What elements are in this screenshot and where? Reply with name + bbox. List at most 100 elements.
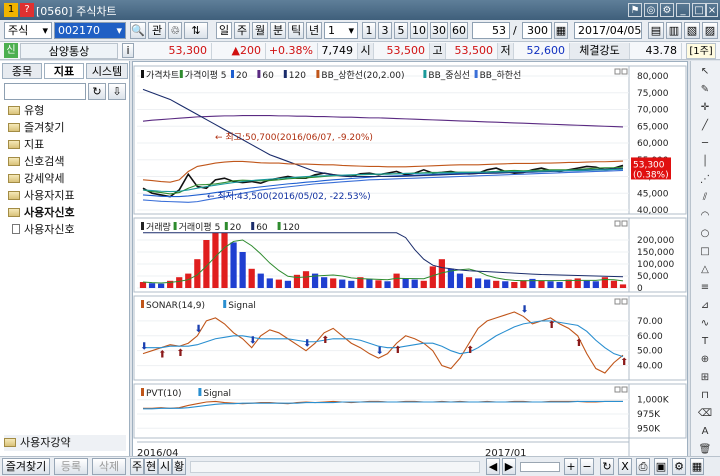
text-icon[interactable]: T — [697, 335, 713, 349]
period-button-minute[interactable]: 분 — [270, 22, 286, 39]
vertical-line-icon[interactable]: │ — [697, 155, 713, 169]
print-button[interactable]: ⎙ — [636, 458, 650, 475]
period-button-year[interactable]: 년 — [306, 22, 322, 39]
help-icon[interactable]: ? — [20, 3, 34, 17]
gann-icon[interactable]: ⊿ — [697, 299, 713, 313]
folder-favorites[interactable]: 즐겨찾기 — [8, 120, 64, 136]
layout-button[interactable]: ▤ — [648, 22, 664, 39]
sync-button[interactable]: ♲ — [168, 22, 182, 39]
bottom-tab-week[interactable]: 주 — [130, 458, 144, 475]
spin-button[interactable]: ⇅ — [184, 22, 208, 39]
bottom-tab-market[interactable]: 시 — [158, 458, 172, 475]
favorites-button[interactable]: 즐겨찾기 — [2, 458, 50, 475]
fan-icon[interactable]: ⋰ — [697, 173, 713, 187]
calendar-button[interactable]: ▦ — [554, 22, 568, 39]
trash-icon[interactable]: 🗑 — [697, 443, 713, 457]
maximize-icon[interactable]: □ — [692, 3, 706, 17]
date-select[interactable]: 2017/04/05▾ — [574, 22, 642, 52]
legend-swatch — [423, 70, 427, 78]
settings-icon[interactable]: ⚙ — [660, 3, 674, 17]
interval-button-5[interactable]: 5 — [394, 22, 408, 39]
chart-area[interactable]: 80,00075,00070,00065,00060,00055,00050,0… — [132, 61, 688, 467]
horizontal-scrollbar[interactable] — [190, 461, 480, 473]
magnet-icon[interactable]: ⊓ — [697, 389, 713, 403]
period-button-tick[interactable]: 틱 — [288, 22, 304, 39]
folder-signal-search[interactable]: 신호검색 — [8, 154, 64, 170]
stock-code-input[interactable]: 002170 ▾ — [54, 22, 126, 39]
pencil-icon[interactable]: ✎ — [697, 83, 713, 97]
annotation-low: ← 최저:43,500(2016/05/02, -22.53%) — [207, 191, 371, 202]
zoom-slider[interactable] — [520, 462, 560, 472]
square-icon[interactable]: □ — [697, 245, 713, 259]
interval-button-1[interactable]: 1 — [362, 22, 376, 39]
camera-icon[interactable]: ◎ — [644, 3, 658, 17]
zoom-in-button[interactable]: + — [564, 458, 578, 475]
cross-icon[interactable]: ✛ — [697, 101, 713, 115]
zoom-out-button[interactable]: − — [580, 458, 594, 475]
volume-bar — [330, 278, 337, 288]
auto-icon[interactable]: A — [697, 425, 713, 439]
pointer-icon[interactable]: ↖ — [697, 65, 713, 79]
tab-system[interactable]: 시스템 — [86, 63, 128, 79]
trend-line-icon[interactable]: ╱ — [697, 119, 713, 133]
legend-label: SONAR(14,9) — [146, 301, 205, 311]
minimize-icon[interactable]: _ — [676, 3, 690, 17]
period-button-week[interactable]: 주 — [234, 22, 250, 39]
channel-icon[interactable]: ⫽ — [697, 191, 713, 205]
scroll-right-button[interactable]: ▶ — [502, 458, 516, 475]
folder-type[interactable]: 유형 — [8, 103, 44, 119]
interval-button-10[interactable]: 10 — [410, 22, 428, 39]
check-button[interactable]: 관 — [148, 22, 166, 39]
download-button[interactable]: ⇩ — [108, 83, 126, 100]
folder-indicators[interactable]: 지표 — [8, 137, 44, 153]
close-icon[interactable]: × — [706, 3, 718, 17]
display-count-input[interactable]: 53 — [472, 22, 510, 39]
arc-icon[interactable]: ◠ — [697, 209, 713, 223]
bottom-tab-current[interactable]: 현 — [144, 458, 158, 475]
eraser-icon[interactable]: ⌫ — [697, 407, 713, 421]
search-button[interactable]: 🔍 — [130, 22, 146, 39]
zoom-icon[interactable]: ⊕ — [697, 353, 713, 367]
market-select[interactable]: 주식 ▾ — [4, 22, 52, 39]
folder-user-signals[interactable]: 사용자신호 — [8, 205, 75, 221]
folder-user-strength[interactable]: 사용자강약 — [4, 435, 126, 451]
save-button[interactable]: ▣ — [654, 458, 668, 475]
triangle-icon[interactable]: △ — [697, 263, 713, 277]
indicator-search-input[interactable] — [4, 83, 86, 100]
wave-icon[interactable]: ∿ — [697, 317, 713, 331]
scroll-left-button[interactable]: ◀ — [486, 458, 500, 475]
tab-indicators[interactable]: 지표 — [44, 63, 84, 79]
chart-settings-button[interactable]: ⚙ — [672, 458, 686, 475]
bottom-tab-status[interactable]: 황 — [172, 458, 186, 475]
layout-toggle-button[interactable]: ▦ — [690, 458, 704, 475]
file-icon — [12, 224, 20, 234]
interval-button-3[interactable]: 3 — [378, 22, 392, 39]
grid-button[interactable]: ▥ — [666, 22, 682, 39]
register-button[interactable]: 등록 — [54, 458, 88, 475]
legend-label: BB_상한선(20,2.00) — [321, 70, 404, 81]
tab-stocks[interactable]: 종목 — [2, 63, 42, 79]
refresh-chart-button[interactable]: ↻ — [600, 458, 614, 475]
interval-button-60[interactable]: 60 — [450, 22, 468, 39]
fibonacci-icon[interactable]: ≡ — [697, 281, 713, 295]
interval-button-30[interactable]: 30 — [430, 22, 448, 39]
period-button-day[interactable]: 일 — [216, 22, 232, 39]
tools-button[interactable]: ▧ — [684, 22, 700, 39]
legend-label: 60 — [256, 223, 268, 233]
circle-icon[interactable]: ○ — [697, 227, 713, 241]
sell-signal-arrow: ⬇ — [140, 342, 148, 353]
sub-period-select[interactable]: 1 ▾ — [324, 22, 358, 39]
link-icon[interactable]: ⚑ — [628, 3, 642, 17]
refresh-button[interactable]: ↻ — [88, 83, 106, 100]
delete-button[interactable]: 삭제 — [92, 458, 126, 475]
export-button[interactable]: ▨ — [702, 22, 718, 39]
tree-item-user-signal[interactable]: 사용자신호 — [12, 222, 75, 238]
horizontal-line-icon[interactable]: ─ — [697, 137, 713, 151]
ruler-icon[interactable]: ⊞ — [697, 371, 713, 385]
period-button-month[interactable]: 월 — [252, 22, 268, 39]
info-button[interactable]: i — [122, 43, 134, 58]
folder-user-indicators[interactable]: 사용자지표 — [8, 188, 75, 204]
total-count-input[interactable]: 300 — [522, 22, 552, 39]
export-excel-button[interactable]: X — [618, 458, 632, 475]
folder-strength[interactable]: 강세약세 — [8, 171, 64, 187]
